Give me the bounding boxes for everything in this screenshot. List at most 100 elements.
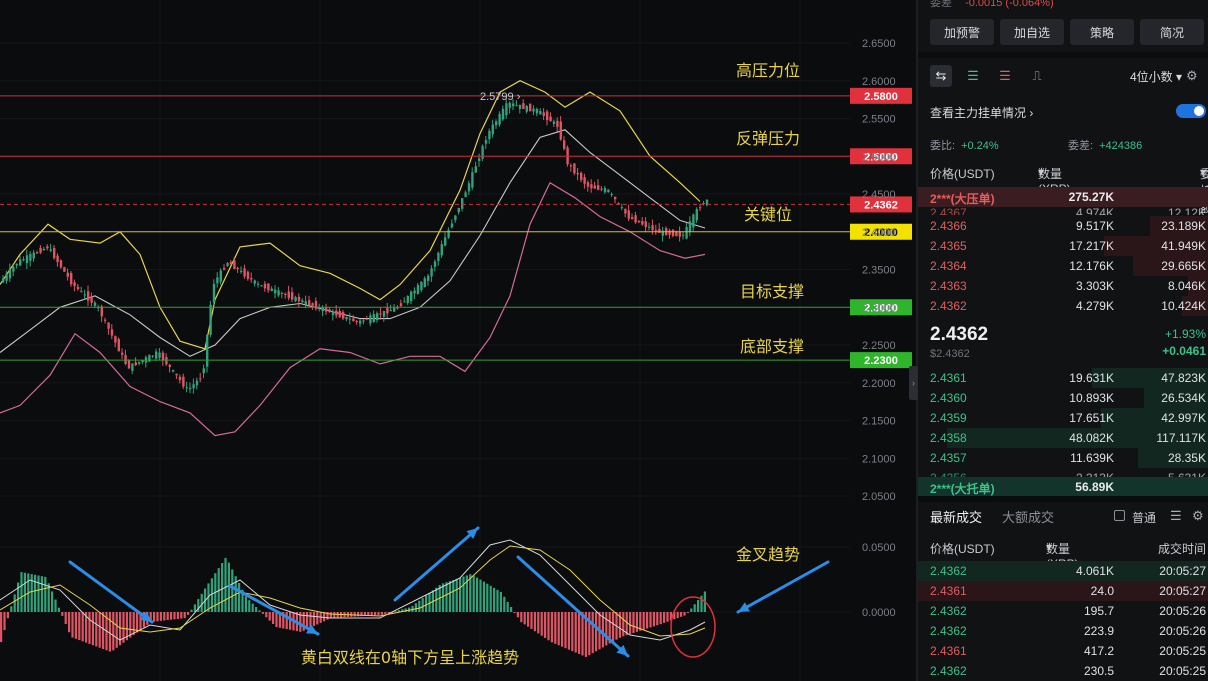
order-price: 2.4357	[930, 451, 967, 465]
candle-body	[342, 312, 345, 319]
total-column-header[interactable]: 委托额 ▾	[1200, 165, 1208, 215]
annotation-target-support: 目标支撑	[740, 282, 804, 301]
filter-icon[interactable]: ☰	[1170, 508, 1182, 524]
macd-bar	[380, 612, 383, 615]
candle-body	[651, 225, 654, 231]
macd-bar	[374, 612, 377, 616]
decimals-select[interactable]: 4位小数 ▾	[1130, 68, 1182, 85]
candle-body	[253, 280, 256, 284]
trade-row: 2.4362 195.7 20:05:26	[918, 601, 1208, 621]
macd-axis-label: 0.0500	[862, 542, 896, 554]
section-separator	[918, 496, 1208, 502]
candle-body	[32, 252, 35, 259]
macd-bar	[493, 587, 496, 612]
candle-body	[539, 111, 542, 115]
macd-bar	[255, 607, 258, 612]
macd-bar	[370, 612, 373, 616]
order-total: 42.997K	[1161, 411, 1206, 425]
ask-row[interactable]: 2.4363 3.303K 8.046K	[918, 276, 1208, 296]
bid-row[interactable]: 2.4358 48.082K 117.117K	[918, 428, 1208, 448]
candle-body	[430, 268, 433, 277]
candle-body	[19, 259, 22, 266]
qty-column-header[interactable]: 数量 (XRP) ▾	[1038, 165, 1071, 196]
price-axis-label: 2.2000	[862, 378, 896, 390]
macd-bar	[108, 612, 111, 652]
normal-checkbox[interactable]	[1114, 510, 1125, 521]
diff-label: 委差:	[1068, 140, 1094, 152]
candle-body	[165, 357, 168, 365]
candle-body	[192, 384, 195, 389]
collapse-handle[interactable]: ›	[909, 366, 918, 400]
candle-body	[559, 121, 562, 140]
order-price: 2.4364	[930, 259, 967, 273]
bid-row[interactable]: 2.4359 17.651K 42.997K	[918, 408, 1208, 428]
order-price: 2.4360	[930, 391, 967, 405]
asks-view-icon[interactable]: ☰	[994, 65, 1016, 87]
gear-icon[interactable]: ⚙	[1186, 68, 1202, 84]
trades-view-icon[interactable]: ⎍	[1026, 65, 1048, 87]
candle-body	[280, 293, 284, 295]
both-sides-view-icon[interactable]: ⇆	[930, 65, 952, 87]
candle-body	[427, 275, 430, 281]
macd-bar	[414, 603, 417, 612]
candle-body	[36, 252, 39, 254]
trade-price: 2.4361	[930, 644, 967, 658]
macd-bar	[646, 612, 649, 629]
order-price: 2.4366	[930, 219, 967, 233]
ask-row[interactable]: 2.4364 12.176K 29.665K	[918, 256, 1208, 276]
gear-icon[interactable]: ⚙	[1192, 508, 1204, 524]
macd-bar	[272, 612, 275, 624]
bid-row[interactable]: 2.4361 19.631K 47.823K	[918, 368, 1208, 388]
action-buttons: 加预警 加自选 策略 简况	[930, 19, 1204, 45]
candle-body	[682, 234, 685, 236]
ask-row[interactable]: 2.4366 9.517K 23.189K	[918, 216, 1208, 236]
decimals-label: 4位小数	[1129, 69, 1173, 84]
candle-body	[127, 360, 131, 369]
candle-body	[597, 185, 600, 190]
chart-canvas[interactable]: 2.5800 2.5000 2.4362 2.4000 2.3000 2.2300 2.6…	[0, 0, 916, 681]
macd-bar	[159, 612, 162, 621]
macd-bar	[459, 577, 462, 612]
tab-large-trades[interactable]: 大额成交	[1002, 507, 1054, 526]
trade-price: 2.4362	[930, 664, 967, 678]
candle-body	[345, 316, 348, 320]
candle-body	[131, 363, 134, 371]
add-alert-button[interactable]: 加预警	[930, 19, 994, 45]
macd-bar	[231, 569, 234, 612]
candle-body	[107, 322, 110, 329]
bid-row[interactable]: 2.4357 11.639K 28.35K	[918, 448, 1208, 468]
candle-body	[66, 272, 69, 277]
candle-body	[471, 172, 474, 188]
candle-body	[185, 387, 188, 389]
strategy-button[interactable]: 策略	[1070, 19, 1134, 45]
candle-body	[692, 214, 695, 228]
add-watchlist-button[interactable]: 加自选	[1000, 19, 1064, 45]
candle-body	[297, 296, 301, 302]
macd-bar	[557, 612, 560, 646]
candle-body	[63, 267, 66, 272]
candle-body	[76, 286, 80, 290]
candle-body	[335, 310, 338, 316]
macd-bar	[550, 612, 553, 643]
candle-body	[294, 296, 297, 302]
overview-button[interactable]: 简况	[1140, 19, 1204, 45]
price-chart[interactable]: 2.5800 2.5000 2.4362 2.4000 2.3000 2.2300 2.6…	[0, 0, 916, 681]
candle-body	[478, 158, 481, 162]
macd-bar	[176, 612, 179, 619]
ask-row[interactable]: 2.4365 17.217K 41.949K	[918, 236, 1208, 256]
bid-row[interactable]: 2.4360 10.893K 26.534K	[918, 388, 1208, 408]
candle-body	[73, 282, 76, 287]
mainforce-link[interactable]: 查看主力挂单情况 ›	[930, 104, 1033, 121]
trade-qty: 230.5	[1083, 664, 1114, 678]
candle-body	[80, 291, 83, 293]
ask-row[interactable]: 2.4362 4.279K 10.424K	[918, 296, 1208, 316]
trade-qty-header[interactable]: 数量(XRP) ▾	[1046, 540, 1079, 571]
trade-price-header: 价格(USDT)	[930, 542, 995, 556]
trade-time: 20:05:26	[1159, 604, 1206, 618]
macd-bar	[472, 575, 475, 612]
mainforce-toggle[interactable]	[1176, 104, 1206, 118]
bids-view-icon[interactable]: ☰	[962, 65, 984, 87]
trade-time-header: 成交时间	[1157, 542, 1206, 556]
candle-body	[168, 364, 171, 368]
tab-latest-trades[interactable]: 最新成交	[930, 507, 982, 526]
